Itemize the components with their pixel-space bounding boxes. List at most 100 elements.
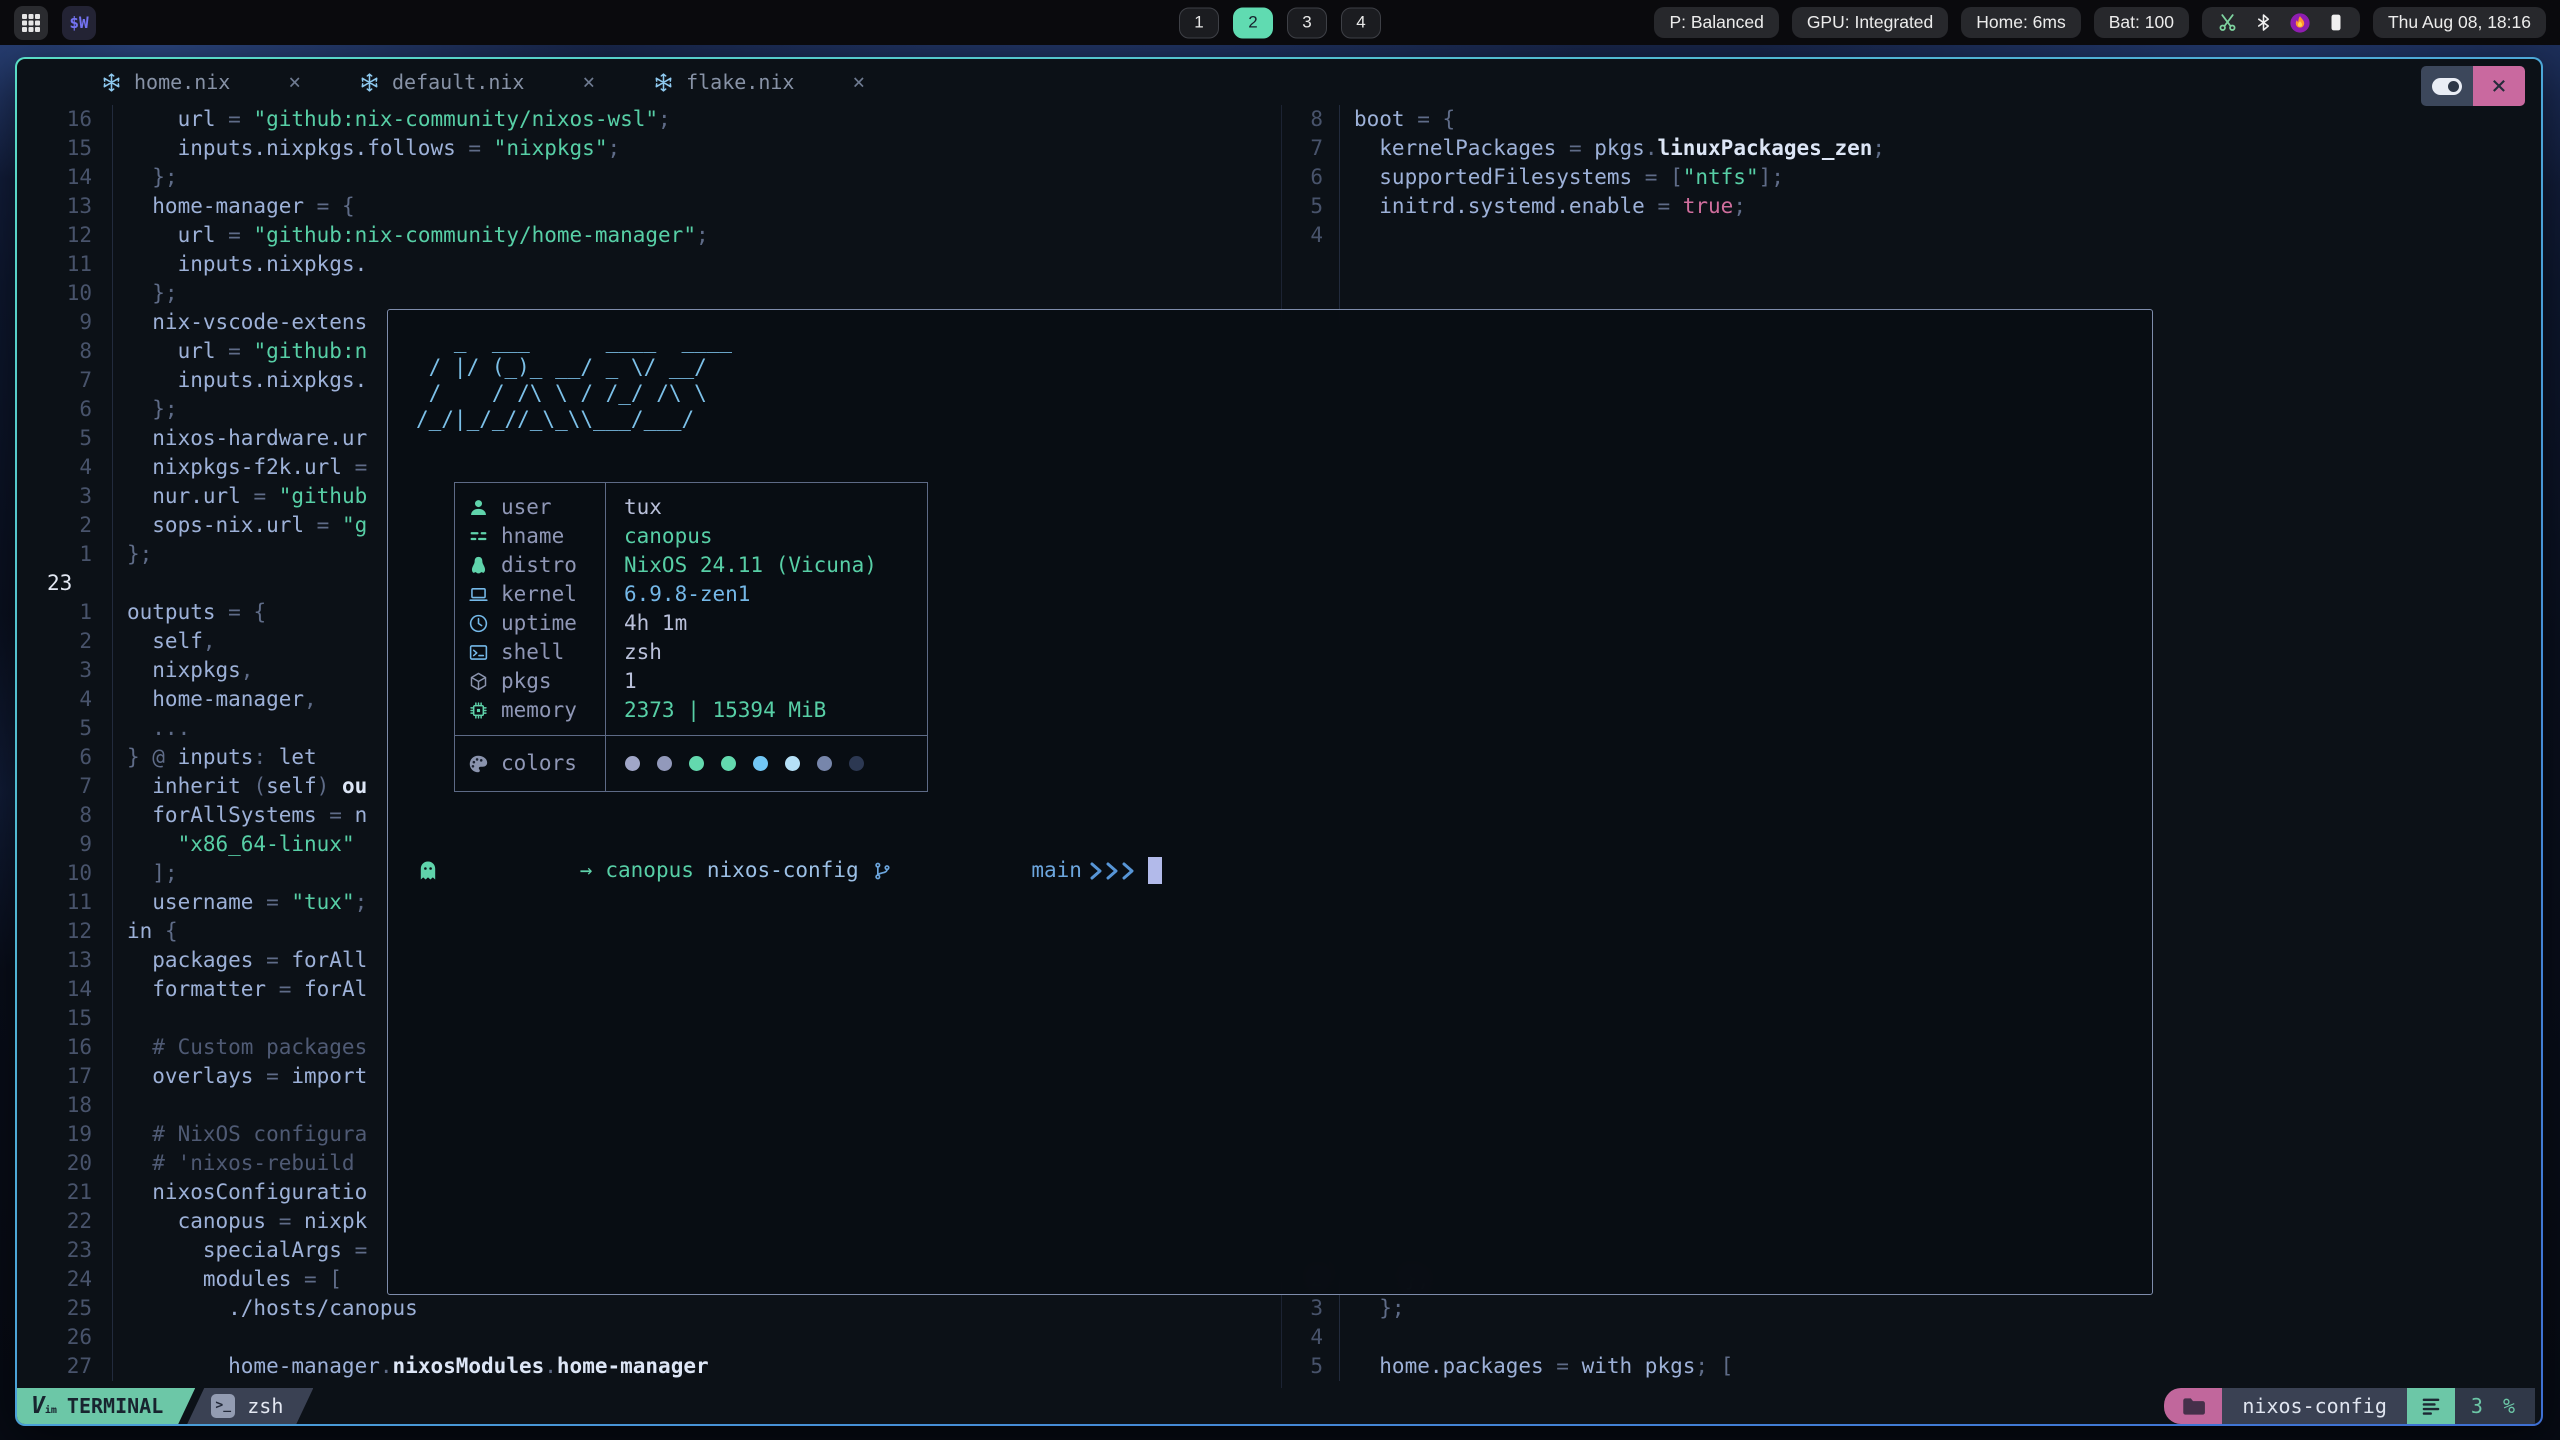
directory-label: nixos-config xyxy=(2242,1394,2387,1418)
floating-terminal[interactable]: _ ___ ____ ____ / |/ (_)_ __/ _ \/ __/ /… xyxy=(387,309,2153,1295)
text-cursor xyxy=(1148,857,1162,884)
status-pill-2[interactable]: Home: 6ms xyxy=(1961,7,2080,38)
git-branch-icon xyxy=(872,802,1024,940)
nix-snowflake-icon xyxy=(359,72,380,93)
line-number: 5 xyxy=(17,714,113,743)
mode-label: TERMINAL xyxy=(67,1394,163,1418)
workspace-button-4[interactable]: 4 xyxy=(1341,7,1381,38)
code-line: 3 }; xyxy=(1282,1294,2541,1323)
workspace-button-2[interactable]: 2 xyxy=(1233,7,1273,38)
code-text xyxy=(1340,250,1354,279)
terminal-window-frame: home.nix×default.nix×flake.nix× × 16 url… xyxy=(15,57,2543,1426)
scroll-percent: 3 % xyxy=(2455,1388,2535,1424)
fetch-value: 4h 1m xyxy=(605,609,687,638)
code-text: inherit (self) ou xyxy=(113,772,367,801)
statusbar-right: nixos-config 3 % xyxy=(2164,1388,2535,1424)
line-number: 4 xyxy=(17,685,113,714)
nix-snowflake-icon xyxy=(101,72,122,93)
code-text: supportedFilesystems = ["ntfs"]; xyxy=(1340,163,1784,192)
fetch-value: NixOS 24.11 (Vicuna) xyxy=(605,551,877,580)
line-number: 7 xyxy=(1282,134,1340,163)
status-pill-3[interactable]: Bat: 100 xyxy=(2094,7,2189,38)
scroll-position-segment[interactable] xyxy=(2407,1388,2455,1424)
line-number: 13 xyxy=(17,946,113,975)
terminal-color-dot-2 xyxy=(689,756,704,771)
line-number: 11 xyxy=(17,888,113,917)
working-directory-segment[interactable]: nixos-config xyxy=(2222,1388,2407,1424)
line-number xyxy=(1282,250,1340,279)
float-toggle-button[interactable] xyxy=(2421,66,2473,106)
folder-segment[interactable] xyxy=(2164,1388,2222,1424)
scroll-percent-label: 3 % xyxy=(2471,1394,2519,1418)
line-number: 6 xyxy=(17,395,113,424)
line-number: 3 xyxy=(17,656,113,685)
workspace-button-3[interactable]: 3 xyxy=(1287,7,1327,38)
terminal-color-dot-6 xyxy=(817,756,832,771)
window-close-button[interactable]: × xyxy=(2473,66,2525,106)
line-number: 7 xyxy=(17,366,113,395)
tab-close-icon[interactable]: × xyxy=(582,70,595,94)
code-text: url = "github:nix-community/home-manager… xyxy=(113,221,709,250)
line-number: 2 xyxy=(17,627,113,656)
apps-grid-icon xyxy=(21,13,41,33)
code-text: canopus = nixpk xyxy=(113,1207,367,1236)
scissors-icon[interactable] xyxy=(2217,12,2238,33)
hostname-icon xyxy=(455,526,501,547)
fastfetch-info-rows: usertuxhnamecanopusdistroNixOS 24.11 (Vi… xyxy=(455,483,927,735)
code-text: nixos-hardware.ur xyxy=(113,424,367,453)
fastfetch-row: shellzsh xyxy=(455,638,927,667)
terminal-color-dot-7 xyxy=(849,756,864,771)
line-number: 5 xyxy=(1282,1352,1340,1381)
editor-tab-bar: home.nix×default.nix×flake.nix× × xyxy=(17,59,2541,105)
code-text: inputs.nixpkgs.follows = "nixpkgs"; xyxy=(113,134,620,163)
app-launcher-button[interactable] xyxy=(14,6,48,40)
tab-close-icon[interactable]: × xyxy=(288,70,301,94)
fetch-label: shell xyxy=(501,638,605,667)
code-text: boot = { xyxy=(1340,105,1455,134)
code-text: }; xyxy=(113,540,152,569)
window-manager-button[interactable]: $W xyxy=(62,6,96,40)
status-pill-0[interactable]: P: Balanced xyxy=(1654,7,1778,38)
vim-icon: Vim xyxy=(31,1393,57,1419)
line-number: 14 xyxy=(17,975,113,1004)
code-text: home-manager, xyxy=(113,685,317,714)
tab-close-icon[interactable]: × xyxy=(852,70,865,94)
shell-tab[interactable]: >_ zsh xyxy=(187,1388,313,1424)
terminal-prompt-icon: >_ xyxy=(211,1394,235,1418)
code-text: } @ inputs: let xyxy=(113,743,317,772)
prompt-branch: main xyxy=(1031,856,1082,885)
status-pill-1[interactable]: GPU: Integrated xyxy=(1792,7,1948,38)
code-text xyxy=(113,1004,127,1033)
code-line: 14 }; xyxy=(17,163,1280,192)
code-text: sops-nix.url = "g xyxy=(113,511,367,540)
phone-icon[interactable] xyxy=(2327,12,2345,33)
user-icon xyxy=(455,497,501,518)
vim-mode-segment[interactable]: Vim TERMINAL xyxy=(17,1388,195,1424)
code-text: nixpkgs, xyxy=(113,656,253,685)
code-text: modules = [ xyxy=(113,1265,342,1294)
tab-flake-nix[interactable]: flake.nix× xyxy=(653,70,865,94)
clock-pill[interactable]: Thu Aug 08, 18:16 xyxy=(2373,7,2546,38)
flame-icon[interactable] xyxy=(2289,12,2311,34)
tab-label: default.nix xyxy=(392,70,524,94)
line-number: 8 xyxy=(1282,105,1340,134)
topbar-left: $W xyxy=(14,6,96,40)
line-number: 12 xyxy=(17,917,113,946)
code-text: specialArgs = xyxy=(113,1236,367,1265)
fetch-label: kernel xyxy=(501,580,605,609)
shell-prompt[interactable]: → canopus nixos-config main xyxy=(416,856,1162,885)
bluetooth-icon[interactable] xyxy=(2254,12,2273,33)
tab-default-nix[interactable]: default.nix × xyxy=(359,70,595,94)
code-line: 5 home.packages = with pkgs; [ xyxy=(1282,1352,2541,1381)
line-number: 19 xyxy=(17,1120,113,1149)
code-line: 4 xyxy=(1282,1323,2541,1352)
nix-snowflake-icon xyxy=(653,72,674,93)
fastfetch-panel: usertuxhnamecanopusdistroNixOS 24.11 (Vi… xyxy=(454,482,928,792)
tab-home-nix[interactable]: home.nix× xyxy=(101,70,301,94)
workspace-button-1[interactable]: 1 xyxy=(1179,7,1219,38)
line-number: 23 xyxy=(17,569,113,598)
code-line: 15 inputs.nixpkgs.follows = "nixpkgs"; xyxy=(17,134,1280,163)
line-number: 24 xyxy=(17,1265,113,1294)
line-number: 6 xyxy=(1282,163,1340,192)
fetch-value: 2373 | 15394 MiB xyxy=(605,696,826,725)
